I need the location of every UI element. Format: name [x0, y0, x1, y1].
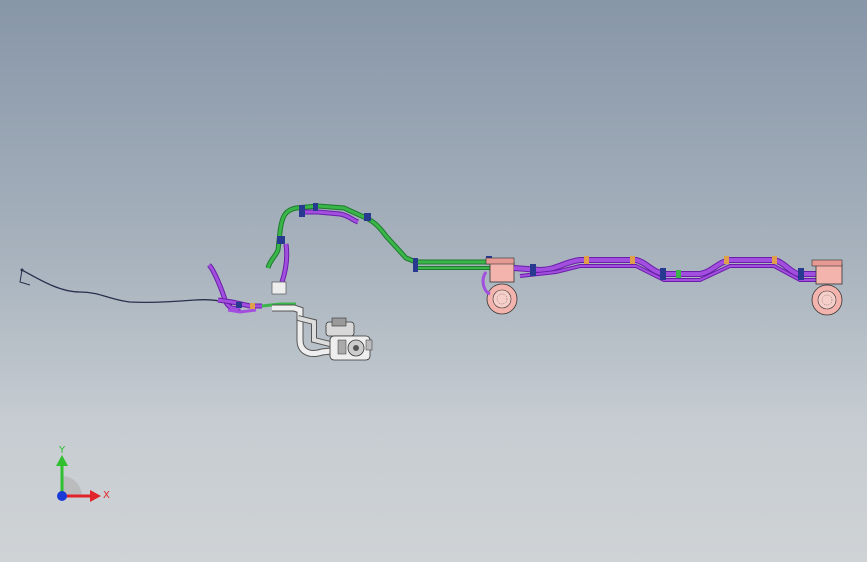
clamp[interactable] — [277, 236, 285, 244]
clamp[interactable] — [313, 203, 318, 211]
y-arrow-head — [56, 455, 68, 466]
clamp[interactable] — [530, 264, 536, 276]
model-graphics-area[interactable]: Y X — [0, 0, 867, 562]
fitting[interactable] — [630, 256, 635, 264]
clamp[interactable] — [299, 205, 305, 217]
valve[interactable] — [271, 281, 287, 295]
clamp[interactable] — [660, 268, 666, 280]
y-axis-label: Y — [58, 445, 66, 456]
fitting[interactable] — [772, 256, 777, 264]
upper-pipe-loop[interactable] — [265, 203, 417, 295]
fitting[interactable] — [676, 270, 681, 278]
clamp[interactable] — [413, 258, 418, 272]
coordinate-triad: Y X — [56, 445, 110, 502]
fitting[interactable] — [250, 303, 255, 309]
clamp[interactable] — [364, 213, 371, 221]
blower-unit-2[interactable] — [811, 259, 843, 316]
cad-viewport[interactable]: Y X — [0, 0, 867, 562]
purple-pipe-run[interactable] — [513, 256, 818, 282]
fitting[interactable] — [724, 256, 729, 264]
pump-assembly[interactable] — [272, 304, 373, 361]
main-pipe-run[interactable] — [413, 256, 492, 272]
fitting[interactable] — [584, 256, 589, 264]
z-axis-origin — [57, 491, 67, 501]
x-arrow-head — [90, 490, 101, 502]
x-axis-label: X — [103, 490, 110, 501]
wire-harness[interactable] — [19, 268, 233, 306]
clamp[interactable] — [798, 268, 804, 280]
clamp[interactable] — [236, 302, 242, 308]
